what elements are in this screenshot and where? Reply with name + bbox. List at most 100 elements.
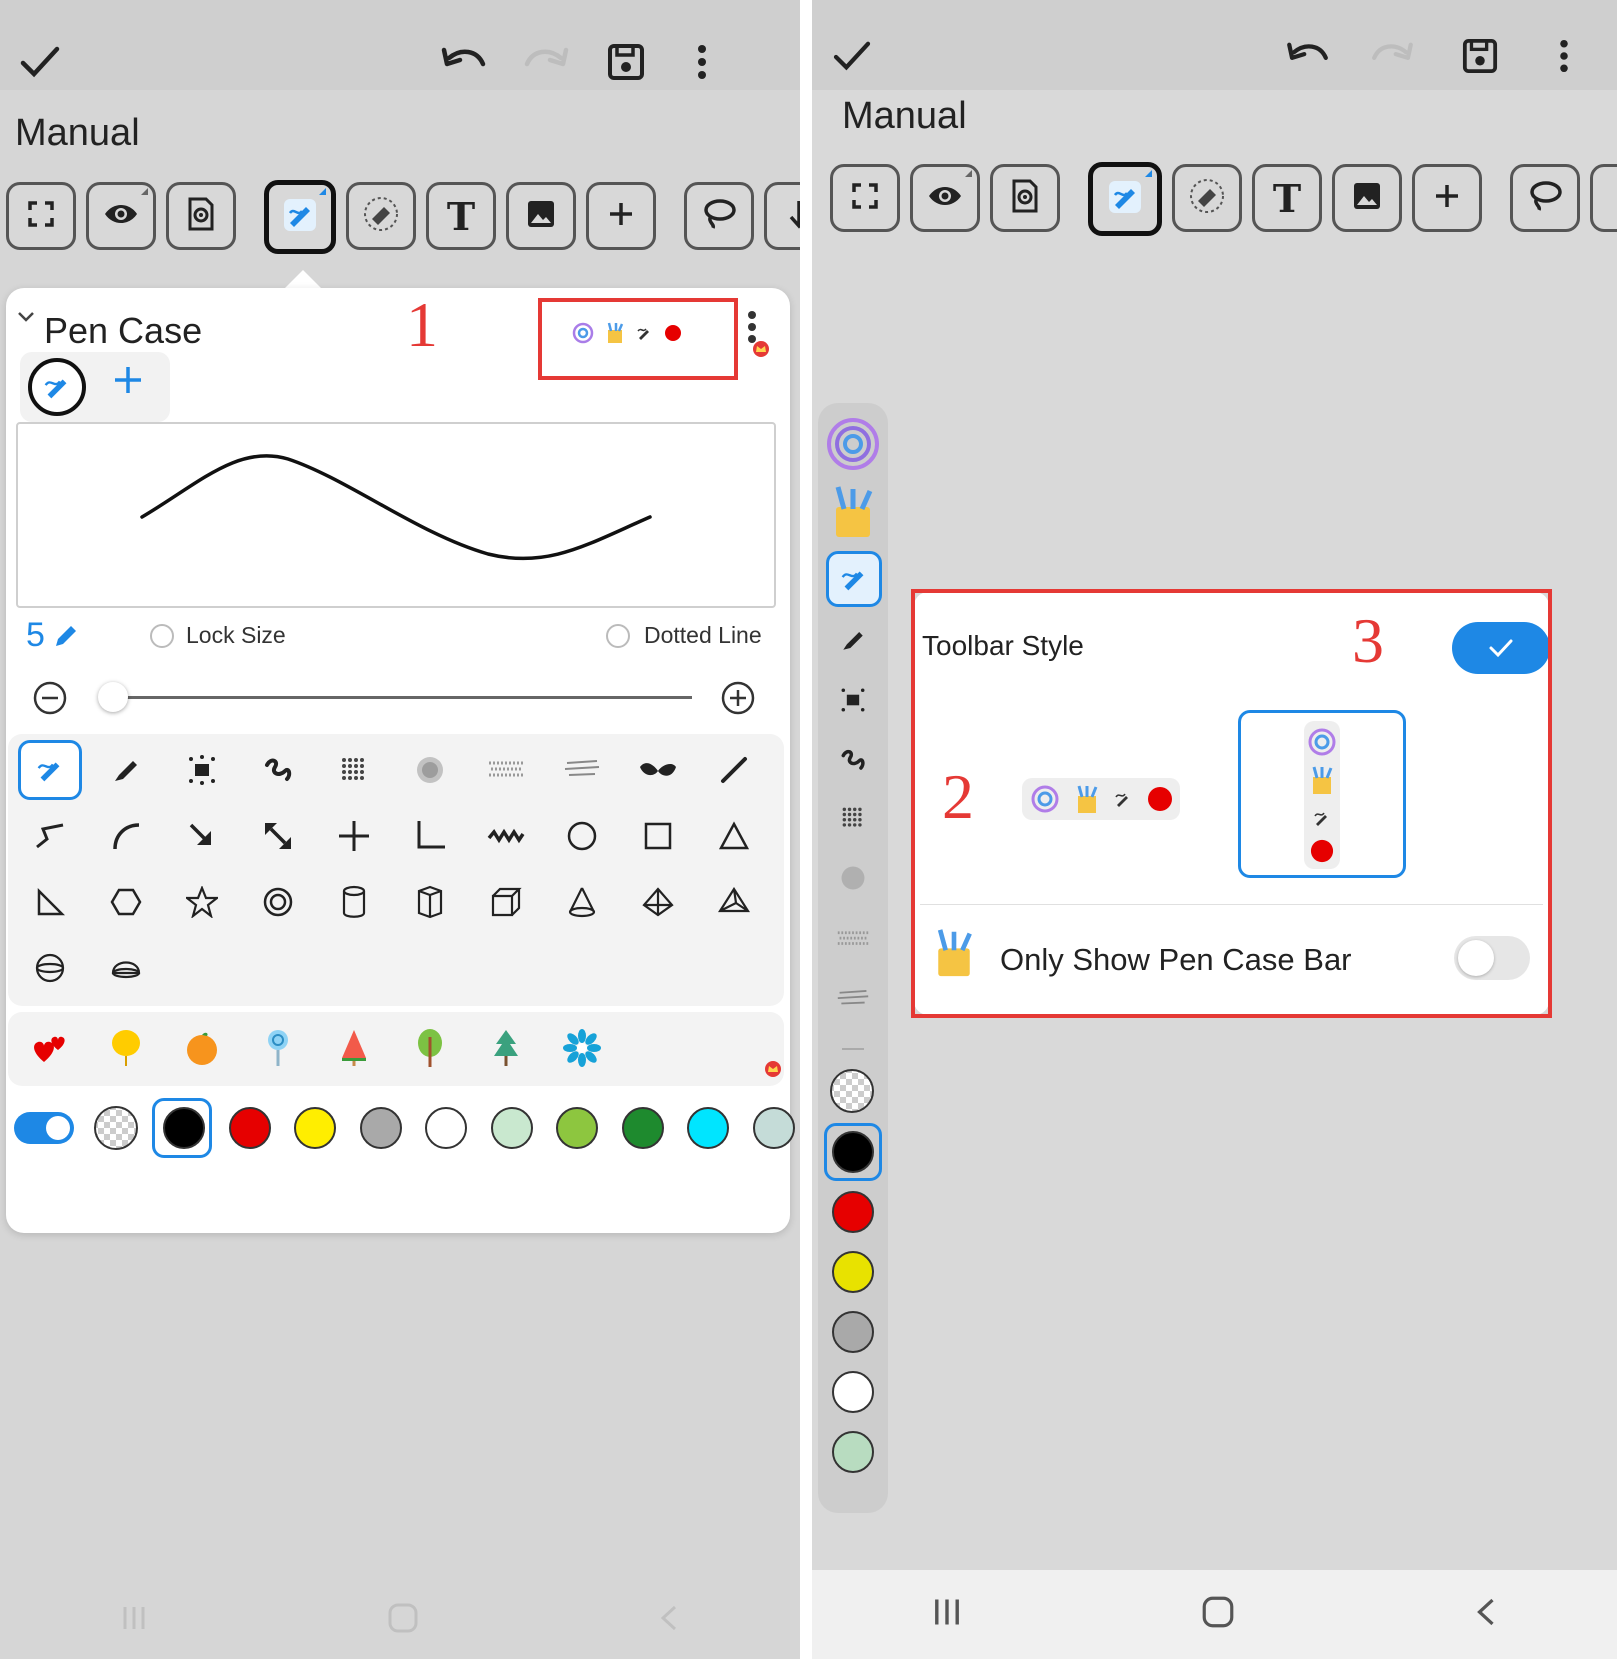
chalk-brush-icon[interactable] xyxy=(836,925,870,958)
decrease-size-icon[interactable] xyxy=(32,680,68,721)
size-slider-thumb[interactable] xyxy=(98,682,128,712)
color-swatch[interactable] xyxy=(752,1107,795,1149)
marker-icon[interactable] xyxy=(94,740,158,800)
image-tool-button[interactable] xyxy=(1332,164,1402,232)
color-swatch[interactable] xyxy=(621,1107,664,1149)
color-swatch[interactable] xyxy=(832,1191,874,1233)
color-swatch[interactable] xyxy=(294,1107,336,1149)
page-settings-button[interactable] xyxy=(990,164,1060,232)
add-pen-icon[interactable] xyxy=(110,362,146,403)
triangle-shape-icon[interactable] xyxy=(702,806,766,866)
lock-size-radio[interactable] xyxy=(150,624,174,648)
color-swatch[interactable] xyxy=(832,1131,874,1173)
view-button[interactable] xyxy=(86,182,156,250)
axis-cross-icon[interactable] xyxy=(322,806,386,866)
page-settings-button[interactable] xyxy=(166,182,236,250)
flower-sticker-icon[interactable] xyxy=(550,1018,614,1078)
square-shape-icon[interactable] xyxy=(626,806,690,866)
home-icon[interactable] xyxy=(1200,1594,1236,1635)
color-swatch[interactable] xyxy=(359,1107,402,1149)
color-swatch[interactable] xyxy=(490,1107,533,1149)
eraser-tool-button[interactable] xyxy=(346,182,416,250)
brush-stroke-icon[interactable] xyxy=(838,745,868,780)
star-shape-icon[interactable] xyxy=(170,872,234,932)
cylinder-icon[interactable] xyxy=(322,872,386,932)
pen-tool-button[interactable] xyxy=(1088,162,1162,236)
save-icon[interactable] xyxy=(1458,36,1502,76)
cube-icon[interactable] xyxy=(474,872,538,932)
hemisphere-icon[interactable] xyxy=(94,938,158,998)
chalk-brush-icon[interactable] xyxy=(474,740,538,800)
redo-icon[interactable] xyxy=(1368,38,1416,74)
dot-pattern-icon[interactable] xyxy=(840,805,866,836)
watermelon-sticker-icon[interactable] xyxy=(322,1018,386,1078)
pen-tool-button[interactable] xyxy=(264,180,336,254)
concentric-circle-icon[interactable] xyxy=(246,872,310,932)
color-swatch[interactable] xyxy=(163,1107,205,1149)
back-icon[interactable] xyxy=(1473,1595,1499,1634)
fullscreen-button[interactable] xyxy=(6,182,76,250)
sphere-icon[interactable] xyxy=(18,938,82,998)
style-rings-icon[interactable] xyxy=(826,417,880,476)
tetrahedron-icon[interactable] xyxy=(702,872,766,932)
edit-size-icon[interactable] xyxy=(52,622,80,655)
hexagon-icon[interactable] xyxy=(94,872,158,932)
undo-icon[interactable] xyxy=(1284,38,1332,74)
custom-color-palette-icon[interactable] xyxy=(830,1069,874,1113)
add-button[interactable] xyxy=(586,182,656,250)
prism-icon[interactable] xyxy=(398,872,462,932)
hearts-sticker-icon[interactable] xyxy=(18,1018,82,1078)
custom-color-palette-icon[interactable] xyxy=(94,1106,138,1150)
dotted-line-radio[interactable] xyxy=(606,624,630,648)
color-toggle[interactable] xyxy=(14,1112,74,1144)
color-swatch[interactable] xyxy=(832,1251,874,1293)
image-tool-button[interactable] xyxy=(506,182,576,250)
color-swatch[interactable] xyxy=(687,1107,729,1149)
wave-line-icon[interactable] xyxy=(474,806,538,866)
eraser-tool-button[interactable] xyxy=(1172,164,1242,232)
color-swatch[interactable] xyxy=(832,1431,874,1473)
arrow-icon[interactable] xyxy=(170,806,234,866)
pencil-texture-icon[interactable] xyxy=(550,740,614,800)
view-button[interactable] xyxy=(910,164,980,232)
add-button[interactable] xyxy=(1412,164,1482,232)
spray-icon[interactable] xyxy=(838,685,868,720)
text-tool-button[interactable]: T xyxy=(426,182,496,250)
increase-size-icon[interactable] xyxy=(720,680,756,721)
tree-sticker-icon[interactable] xyxy=(398,1018,462,1078)
save-icon[interactable] xyxy=(604,40,648,84)
collapse-chevron-icon[interactable] xyxy=(16,310,36,329)
undo-icon[interactable] xyxy=(440,42,488,82)
color-swatch[interactable] xyxy=(425,1107,467,1149)
color-swatch[interactable] xyxy=(228,1107,271,1149)
arc-icon[interactable] xyxy=(94,806,158,866)
recent-apps-icon[interactable] xyxy=(930,1595,964,1634)
back-icon[interactable] xyxy=(657,1603,681,1638)
more-tools-button[interactable] xyxy=(1590,164,1617,232)
color-swatch[interactable] xyxy=(832,1311,874,1353)
home-icon[interactable] xyxy=(386,1601,420,1640)
polyline-icon[interactable] xyxy=(18,806,82,866)
noise-brush-icon[interactable] xyxy=(398,740,462,800)
pen-case-icon[interactable] xyxy=(832,485,874,544)
fullscreen-button[interactable] xyxy=(830,164,900,232)
color-swatch[interactable] xyxy=(832,1371,874,1413)
straight-line-icon[interactable] xyxy=(702,740,766,800)
check-icon[interactable] xyxy=(830,36,874,76)
calligraphy-icon[interactable] xyxy=(626,740,690,800)
lasso-tool-button[interactable] xyxy=(684,182,754,250)
color-swatch[interactable] xyxy=(556,1107,598,1149)
double-arrow-icon[interactable] xyxy=(246,806,310,866)
more-tools-button[interactable] xyxy=(764,182,800,250)
fountain-pen-slot[interactable] xyxy=(826,551,882,607)
pen-slot-selected[interactable] xyxy=(28,358,86,416)
fountain-pen-icon[interactable] xyxy=(18,740,82,800)
lollipop-sticker-icon[interactable] xyxy=(246,1018,310,1078)
more-icon[interactable] xyxy=(690,40,714,84)
balloon-sticker-icon[interactable] xyxy=(94,1018,158,1078)
redo-icon[interactable] xyxy=(522,42,570,82)
orange-sticker-icon[interactable] xyxy=(170,1018,234,1078)
pine-tree-sticker-icon[interactable] xyxy=(474,1018,538,1078)
check-icon[interactable] xyxy=(18,40,62,84)
size-slider-track[interactable] xyxy=(102,696,692,699)
